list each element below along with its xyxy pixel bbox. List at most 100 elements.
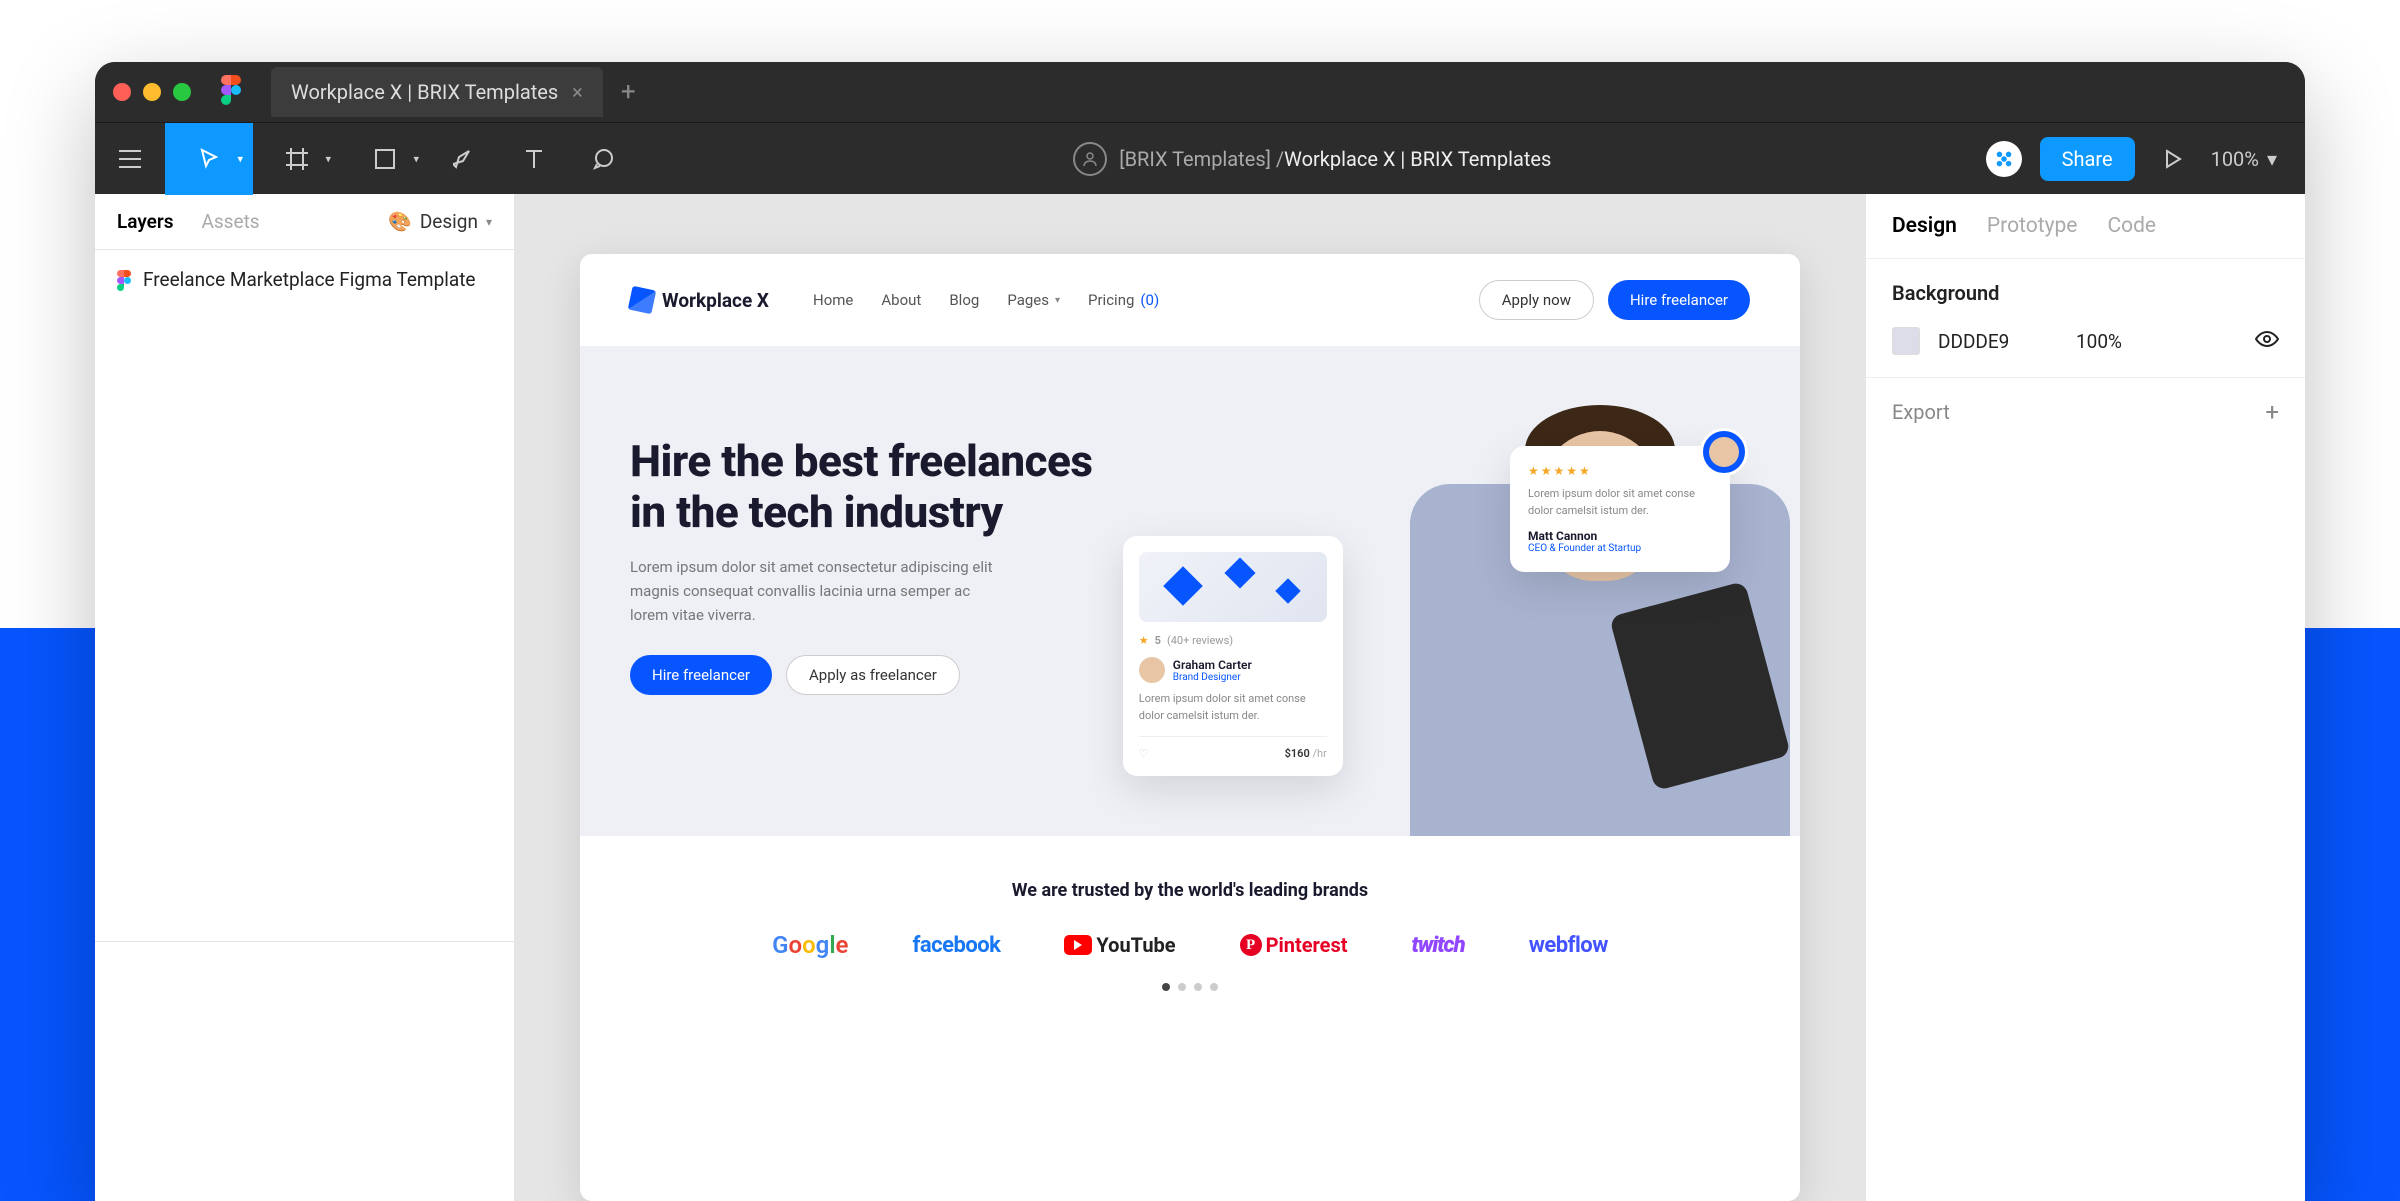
tool-group: ▾ ▾ ▾	[95, 123, 639, 194]
hero-section: Hire the best freelances in the tech ind…	[580, 346, 1800, 836]
color-swatch[interactable]	[1892, 327, 1920, 355]
brand-facebook: facebook	[912, 933, 1000, 958]
shape-tool[interactable]: ▾	[341, 123, 429, 195]
document-tab-title: Workplace X | BRIX Templates	[291, 80, 558, 104]
nav-home[interactable]: Home	[813, 291, 853, 309]
new-tab-button[interactable]: +	[621, 77, 636, 107]
tab-layers[interactable]: Layers	[117, 210, 173, 233]
nav-actions: Apply now Hire freelancer	[1479, 280, 1750, 320]
community-badge-icon[interactable]	[1986, 141, 2022, 177]
window-close-button[interactable]	[113, 83, 131, 101]
frame-tool[interactable]: ▾	[253, 123, 341, 195]
hero-description: Lorem ipsum dolor sit amet consectetur a…	[630, 555, 1010, 627]
star-icon: ★	[1139, 634, 1149, 647]
visibility-toggle-icon[interactable]	[2255, 331, 2279, 351]
logo-mark-icon	[628, 286, 656, 314]
carousel-dots	[630, 983, 1750, 991]
carousel-dot[interactable]	[1178, 983, 1186, 991]
brand-google: Google	[772, 931, 848, 959]
nav-pricing-label: Pricing	[1088, 291, 1134, 309]
nav-pages-label: Pages	[1007, 291, 1049, 309]
freelancer-card[interactable]: ★ 5 (40+ reviews) Graham Carter Brand De…	[1123, 536, 1343, 776]
carousel-dot[interactable]	[1210, 983, 1218, 991]
window-controls	[113, 83, 191, 101]
youtube-icon	[1064, 935, 1092, 955]
move-tool[interactable]: ▾	[165, 123, 253, 195]
layer-row[interactable]: Freelance Marketplace Figma Template	[95, 250, 514, 316]
reviewer-name: Matt Cannon	[1528, 529, 1712, 543]
zoom-control[interactable]: 100% ▾	[2211, 147, 2277, 171]
avatar	[1139, 657, 1165, 683]
chevron-down-icon: ▾	[237, 152, 243, 165]
layer-name: Freelance Marketplace Figma Template	[143, 266, 476, 295]
review-text: Lorem ipsum dolor sit amet conse dolor c…	[1528, 486, 1712, 519]
figma-app-window: Workplace X | BRIX Templates × + ▾ ▾	[95, 62, 2305, 1201]
freelancer-identity: Graham Carter Brand Designer	[1139, 657, 1327, 683]
brand-youtube: YouTube	[1064, 933, 1175, 957]
heart-icon[interactable]: ♡	[1139, 747, 1149, 760]
pinterest-icon: P	[1240, 934, 1262, 956]
chevron-down-icon: ▾	[1055, 295, 1060, 306]
file-name: Workplace X | BRIX Templates	[1284, 147, 1551, 171]
palette-icon: 🎨	[388, 210, 412, 233]
nav-pricing-badge: (0)	[1140, 291, 1159, 309]
chevron-down-icon: ▾	[325, 152, 331, 165]
inspector-tabs: Design Prototype Code	[1866, 194, 2305, 259]
tab-design[interactable]: Design	[1892, 214, 1957, 238]
review-card[interactable]: ★★★★★ Lorem ipsum dolor sit amet conse d…	[1510, 446, 1730, 572]
team-name: [BRIX Templates] /	[1119, 147, 1284, 171]
carousel-dot[interactable]	[1194, 983, 1202, 991]
tab-assets[interactable]: Assets	[201, 210, 259, 233]
tab-prototype[interactable]: Prototype	[1987, 214, 2078, 238]
panel-divider	[95, 941, 514, 1201]
freelancer-rate: $160	[1285, 747, 1310, 760]
window-maximize-button[interactable]	[173, 83, 191, 101]
export-label: Export	[1892, 400, 1950, 424]
hero-apply-button[interactable]: Apply as freelancer	[786, 655, 960, 695]
freelancer-role: Brand Designer	[1173, 672, 1252, 683]
canvas[interactable]: Workplace X Home About Blog Pages ▾ Pri	[515, 194, 1865, 1201]
hire-freelancer-nav-button[interactable]: Hire freelancer	[1608, 280, 1750, 320]
present-button[interactable]	[2153, 123, 2193, 195]
apply-now-button[interactable]: Apply now	[1479, 280, 1594, 320]
chevron-down-icon: ▾	[413, 152, 419, 165]
carousel-dot[interactable]	[1162, 983, 1170, 991]
rating-count: (40+ reviews)	[1167, 634, 1233, 647]
design-frame[interactable]: Workplace X Home About Blog Pages ▾ Pri	[580, 254, 1800, 1201]
site-logo[interactable]: Workplace X	[630, 288, 769, 312]
background-opacity[interactable]: 100%	[2076, 330, 2237, 353]
review-stars: ★★★★★	[1528, 464, 1712, 478]
nav-pages[interactable]: Pages ▾	[1007, 291, 1060, 309]
chevron-down-icon: ▾	[486, 215, 492, 229]
page-accent-right	[2305, 628, 2400, 1201]
comment-tool[interactable]	[569, 123, 639, 195]
freelancer-rating: ★ 5 (40+ reviews)	[1139, 634, 1327, 647]
page-selector[interactable]: 🎨 Design ▾	[388, 210, 492, 233]
hero-title: Hire the best freelances in the tech ind…	[630, 436, 1123, 537]
add-export-button[interactable]: +	[2265, 398, 2279, 426]
pen-tool[interactable]	[429, 123, 499, 195]
figma-file-icon	[117, 270, 131, 300]
brand-twitch: twitch	[1412, 933, 1465, 958]
text-tool[interactable]	[499, 123, 569, 195]
window-minimize-button[interactable]	[143, 83, 161, 101]
export-section[interactable]: Export +	[1866, 378, 2305, 446]
window-tab-bar: Workplace X | BRIX Templates × +	[95, 62, 2305, 122]
background-color-row[interactable]: DDDDE9 100%	[1866, 319, 2305, 378]
share-button[interactable]: Share	[2040, 137, 2135, 181]
hero-hire-button[interactable]: Hire freelancer	[630, 655, 772, 695]
main-menu-button[interactable]	[95, 123, 165, 195]
youtube-label: YouTube	[1096, 933, 1175, 957]
document-tab[interactable]: Workplace X | BRIX Templates ×	[271, 67, 603, 117]
figma-logo-icon[interactable]	[221, 75, 241, 109]
tab-code[interactable]: Code	[2107, 214, 2156, 238]
pinterest-label: Pinterest	[1266, 933, 1348, 957]
nav-pricing[interactable]: Pricing (0)	[1088, 291, 1159, 309]
close-tab-button[interactable]: ×	[572, 80, 583, 104]
document-path[interactable]: [BRIX Templates] /Workplace X | BRIX Tem…	[639, 142, 1986, 176]
left-panel-tabs: Layers Assets 🎨 Design ▾	[95, 194, 514, 250]
layers-panel: Layers Assets 🎨 Design ▾ Freelance Marke…	[95, 194, 515, 1201]
nav-blog[interactable]: Blog	[949, 291, 979, 309]
nav-about[interactable]: About	[881, 291, 921, 309]
background-hex[interactable]: DDDDE9	[1938, 330, 2058, 353]
